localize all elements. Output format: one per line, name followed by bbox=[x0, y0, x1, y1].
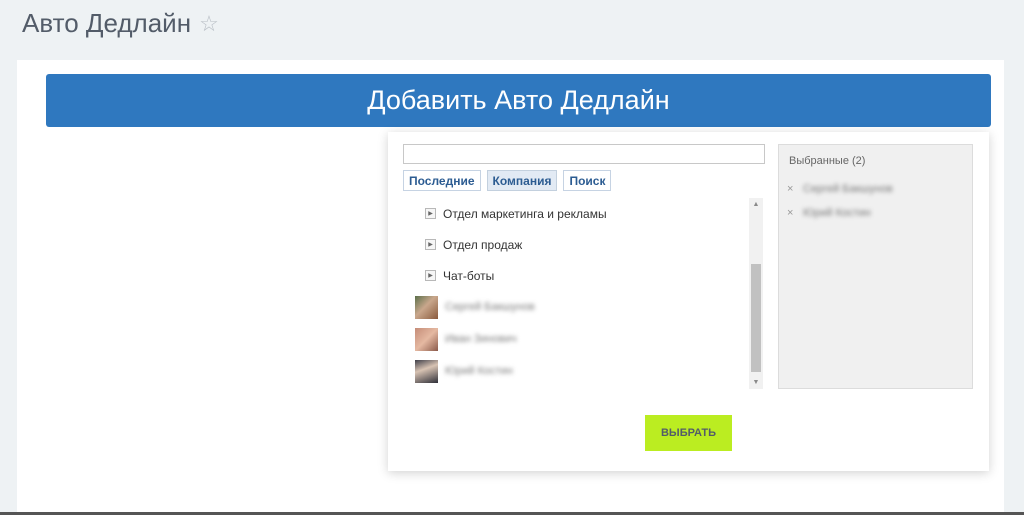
expand-arrow-icon[interactable]: ▶ bbox=[425, 208, 436, 219]
department-label: Отдел маркетинга и рекламы bbox=[443, 206, 607, 221]
list-scrollbar[interactable]: ▲ ▼ bbox=[749, 198, 763, 389]
tab-recent[interactable]: Последние bbox=[403, 170, 481, 191]
company-structure-list: ▶ Отдел маркетинга и рекламы ▶ Отдел про… bbox=[410, 198, 763, 389]
remove-icon[interactable]: × bbox=[787, 183, 798, 195]
add-auto-deadline-button[interactable]: Добавить Авто Дедлайн bbox=[46, 74, 991, 127]
scrollbar-thumb[interactable] bbox=[751, 264, 761, 372]
avatar bbox=[415, 327, 438, 351]
department-label: Отдел продаж bbox=[443, 237, 523, 252]
page-title-text: Авто Дедлайн bbox=[22, 8, 192, 38]
selected-panel: Выбранные (2) × Сергей Бакшунов × Юрий К… bbox=[778, 144, 973, 389]
tab-search[interactable]: Поиск bbox=[563, 170, 612, 191]
selected-user-name: Юрий Костин bbox=[803, 207, 871, 219]
avatar bbox=[415, 359, 438, 383]
choose-button[interactable]: ВЫБРАТЬ bbox=[645, 415, 732, 451]
selected-item: × Сергей Бакшунов bbox=[787, 177, 893, 201]
expand-arrow-icon[interactable]: ▶ bbox=[425, 270, 436, 281]
selected-user-name: Сергей Бакшунов bbox=[803, 183, 893, 195]
user-name: Сергей Бакшунов bbox=[445, 301, 535, 313]
avatar bbox=[415, 295, 438, 319]
department-item-sales[interactable]: ▶ Отдел продаж bbox=[410, 229, 763, 260]
selected-item: × Юрий Костин bbox=[787, 201, 893, 225]
remove-icon[interactable]: × bbox=[787, 207, 798, 219]
user-item[interactable]: Иван Зинович bbox=[410, 323, 763, 355]
scroll-up-icon[interactable]: ▲ bbox=[749, 198, 763, 211]
search-input[interactable] bbox=[403, 144, 765, 164]
page-title: Авто Дедлайн ☆ bbox=[22, 8, 219, 39]
user-item[interactable]: Сергей Бакшунов bbox=[410, 291, 763, 323]
user-name: Юрий Костин bbox=[445, 365, 513, 377]
selected-list: × Сергей Бакшунов × Юрий Костин bbox=[787, 177, 893, 225]
selector-tabs: Последние Компания Поиск bbox=[403, 170, 612, 191]
user-name: Иван Зинович bbox=[445, 333, 517, 345]
tab-company[interactable]: Компания bbox=[486, 170, 558, 191]
star-icon[interactable]: ☆ bbox=[199, 11, 219, 37]
department-item-marketing[interactable]: ▶ Отдел маркетинга и рекламы bbox=[410, 198, 763, 229]
selected-title: Выбранные (2) bbox=[789, 155, 866, 167]
scroll-down-icon[interactable]: ▼ bbox=[749, 376, 763, 389]
department-label: Чат-боты bbox=[443, 268, 495, 283]
user-selector-popup: Последние Компания Поиск ▶ Отдел маркети… bbox=[388, 132, 989, 471]
expand-arrow-icon[interactable]: ▶ bbox=[425, 239, 436, 250]
user-item[interactable]: Юрий Костин bbox=[410, 355, 763, 387]
department-item-chatbots[interactable]: ▶ Чат-боты bbox=[410, 260, 763, 291]
